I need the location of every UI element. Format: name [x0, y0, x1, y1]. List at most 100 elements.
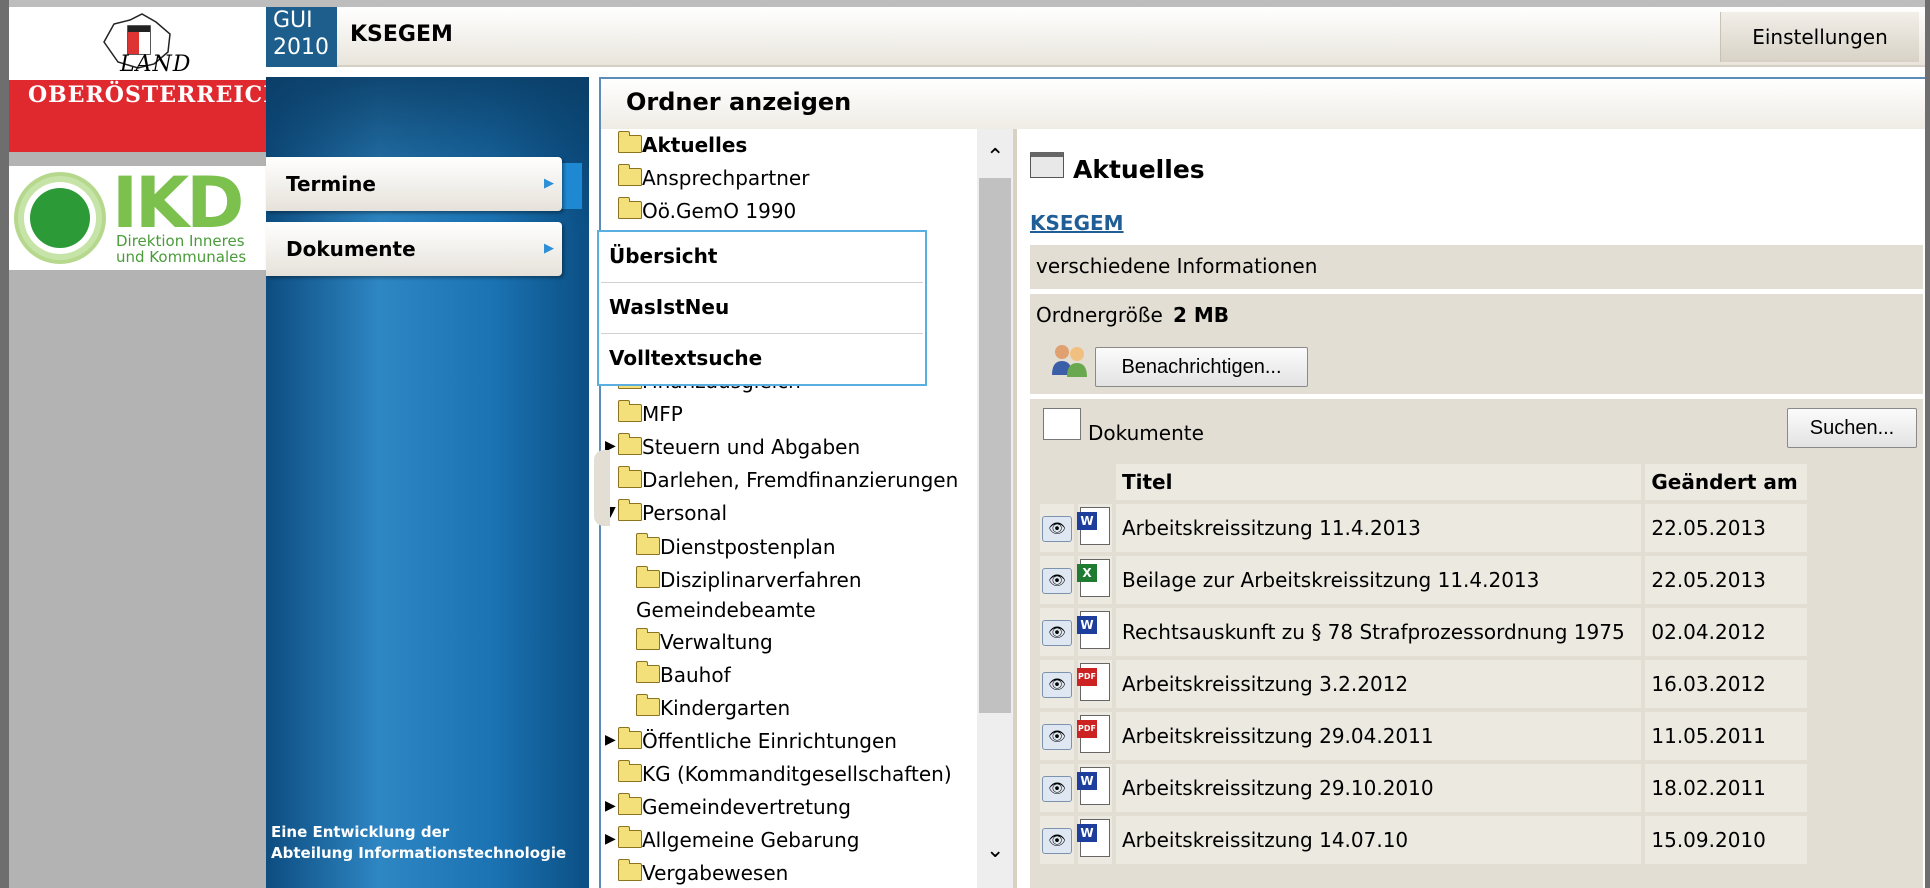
expand-arrow-icon[interactable]: ▶ — [605, 732, 616, 748]
expand-arrow-icon[interactable]: ▶ — [605, 831, 616, 847]
search-button[interactable]: Suchen... — [1787, 408, 1917, 448]
header-bar — [337, 7, 1925, 67]
notify-button[interactable]: Benachrichtigen... — [1095, 347, 1308, 387]
table-row[interactable]: 👁 W Arbeitskreissitzung 14.07.10 15.09.2010 — [1040, 816, 1807, 864]
eye-icon[interactable]: 👁 — [1042, 568, 1072, 594]
nav-item-dokumente[interactable]: Dokumente ▶ — [266, 222, 562, 276]
eye-icon[interactable]: 👁 — [1042, 516, 1072, 542]
expand-arrow-icon[interactable]: ▶ — [605, 798, 616, 814]
submenu-item-uebersicht[interactable]: Übersicht — [609, 244, 717, 268]
folder-item-personal[interactable]: ▼ Personal — [605, 499, 727, 525]
folder-item-kg[interactable]: KG (Kommanditgesellschaften) — [618, 760, 952, 786]
document-title[interactable]: Beilage zur Arbeitskreissitzung 11.4.201… — [1116, 556, 1642, 604]
ikd-subtitle: Direktion Inneres und Kommunales — [116, 233, 246, 265]
folder-item-steuern[interactable]: ▶ Steuern und Abgaben — [605, 433, 860, 459]
documents-label: Dokumente — [1088, 421, 1204, 445]
window-frame-left — [0, 0, 9, 888]
pdf-file-icon[interactable]: PDF — [1077, 662, 1110, 701]
eye-icon[interactable]: 👁 — [1042, 776, 1072, 802]
folder-icon — [618, 466, 642, 488]
pdf-file-icon[interactable]: PDF — [1077, 714, 1110, 753]
ikd-subtitle-line1: Direktion Inneres — [116, 232, 245, 250]
eye-icon[interactable]: 👁 — [1042, 828, 1072, 854]
folder-item-allgemeine-gebarung[interactable]: ▶ Allgemeine Gebarung — [605, 826, 860, 852]
folder-item-ansprechpartner[interactable]: Ansprechpartner — [618, 164, 809, 190]
folder-item-aktuelles[interactable]: Aktuelles — [618, 131, 747, 157]
folder-item-vergabewesen[interactable]: Vergabewesen — [618, 859, 788, 885]
nav-footer-line2: Abteilung Informationstechnologie — [271, 844, 567, 862]
document-title[interactable]: Arbeitskreissitzung 29.10.2010 — [1116, 764, 1642, 812]
table-row[interactable]: 👁 W Arbeitskreissitzung 11.4.2013 22.05.201… — [1040, 504, 1807, 552]
state-label: OBERÖSTERREICH — [28, 82, 285, 108]
table-header-spacer — [1040, 464, 1074, 500]
gui-badge-line2: 2010 — [273, 35, 329, 60]
file-type-cell: W — [1077, 764, 1112, 812]
folder-icon — [618, 433, 642, 455]
submenu-item-wasistneu[interactable]: WasIstNeu — [609, 295, 729, 319]
document-title[interactable]: Arbeitskreissitzung 14.07.10 — [1116, 816, 1642, 864]
eye-icon[interactable]: 👁 — [1042, 724, 1072, 750]
folder-item-verwaltung[interactable]: Verwaltung — [636, 628, 773, 654]
table-row[interactable]: 👁 W Arbeitskreissitzung 29.10.2010 18.02.20… — [1040, 764, 1807, 812]
table-row[interactable]: 👁 X Beilage zur Arbeitskreissitzung 11.4.2… — [1040, 556, 1807, 604]
column-header-title[interactable]: Titel — [1116, 464, 1642, 500]
gui-badge: GUI 2010 — [266, 7, 337, 67]
app-title: KSEGEM — [350, 22, 453, 47]
folder-icon — [618, 826, 642, 848]
folder-size-label: Ordnergröße — [1036, 303, 1163, 327]
folder-panel-title: Ordner anzeigen — [626, 88, 852, 116]
folder-item-gemeindevertretung[interactable]: ▶ Gemeindevertretung — [605, 793, 851, 819]
table-header-spacer — [1078, 464, 1112, 500]
scroll-up-icon[interactable]: ⌃ — [986, 145, 1004, 170]
folder-icon — [618, 499, 642, 521]
folder-icon — [636, 628, 660, 650]
scroll-down-icon[interactable]: ⌄ — [986, 838, 1004, 863]
document-date: 18.02.2011 — [1645, 764, 1807, 812]
scrollbar-thumb[interactable] — [979, 178, 1011, 713]
collapse-panel-handle[interactable] — [594, 450, 610, 526]
eye-icon[interactable]: 👁 — [1042, 672, 1072, 698]
column-header-date[interactable]: Geändert am — [1645, 464, 1807, 500]
folder-item-gemo[interactable]: Oö.GemO 1990 — [618, 197, 796, 223]
nav-active-indicator — [562, 163, 582, 209]
folder-item-disziplinarverfahren-cont[interactable]: Gemeindebeamte — [636, 598, 816, 622]
folder-item-darlehen[interactable]: Darlehen, Fremdfinanzierungen — [618, 466, 958, 492]
folder-item-bauhof[interactable]: Bauhof — [636, 661, 731, 687]
excel-file-icon[interactable]: X — [1077, 558, 1110, 597]
word-file-icon[interactable]: W — [1077, 610, 1110, 649]
ksegem-link[interactable]: KSEGEM — [1030, 211, 1124, 235]
content-title: Aktuelles — [1073, 155, 1205, 184]
eye-icon[interactable]: 👁 — [1042, 620, 1072, 646]
word-file-icon[interactable]: W — [1077, 818, 1110, 857]
folder-item-mfp[interactable]: MFP — [618, 400, 683, 426]
folder-item-kindergarten[interactable]: Kindergarten — [636, 694, 790, 720]
table-row[interactable]: 👁 PDF Arbeitskreissitzung 3.2.2012 16.03.20… — [1040, 660, 1807, 708]
table-row[interactable]: 👁 PDF Arbeitskreissitzung 29.04.2011 11.05.… — [1040, 712, 1807, 760]
land-label: LAND — [120, 52, 192, 77]
file-type-cell: W — [1077, 504, 1112, 552]
folder-icon — [618, 859, 642, 881]
ikd-subtitle-line2: und Kommunales — [116, 248, 247, 266]
folder-item-dienstpostenplan[interactable]: Dienstpostenplan — [636, 533, 836, 559]
nav-item-termine[interactable]: Termine ▶ — [266, 157, 562, 211]
table-row[interactable]: 👁 W Rechtsauskunft zu § 78 Strafprozessord… — [1040, 608, 1807, 656]
document-date: 22.05.2013 — [1645, 504, 1807, 552]
window-frame-right — [1925, 0, 1930, 888]
table-header-row: Titel Geändert am — [1040, 464, 1807, 500]
submenu-item-volltextsuche[interactable]: Volltextsuche — [609, 346, 762, 370]
documents-table: Titel Geändert am 👁 W Arbeitskreissitzung … — [1036, 460, 1811, 868]
folder-icon — [636, 566, 660, 588]
folder-open-icon — [1030, 152, 1064, 178]
document-title[interactable]: Rechtsauskunft zu § 78 Strafprozessordnu… — [1116, 608, 1642, 656]
users-icon — [1052, 345, 1087, 377]
document-title[interactable]: Arbeitskreissitzung 29.04.2011 — [1116, 712, 1642, 760]
word-file-icon[interactable]: W — [1077, 506, 1110, 545]
word-file-icon[interactable]: W — [1077, 766, 1110, 805]
file-type-cell: W — [1077, 816, 1112, 864]
folder-item-disziplinarverfahren[interactable]: Disziplinarverfahren — [636, 566, 862, 592]
nav-footer-line1: Eine Entwicklung der — [271, 823, 450, 841]
folder-item-oeffentliche-einrichtungen[interactable]: ▶ Öffentliche Einrichtungen — [605, 727, 897, 753]
document-title[interactable]: Arbeitskreissitzung 3.2.2012 — [1116, 660, 1642, 708]
settings-button[interactable]: Einstellungen — [1720, 12, 1919, 62]
document-title[interactable]: Arbeitskreissitzung 11.4.2013 — [1116, 504, 1642, 552]
